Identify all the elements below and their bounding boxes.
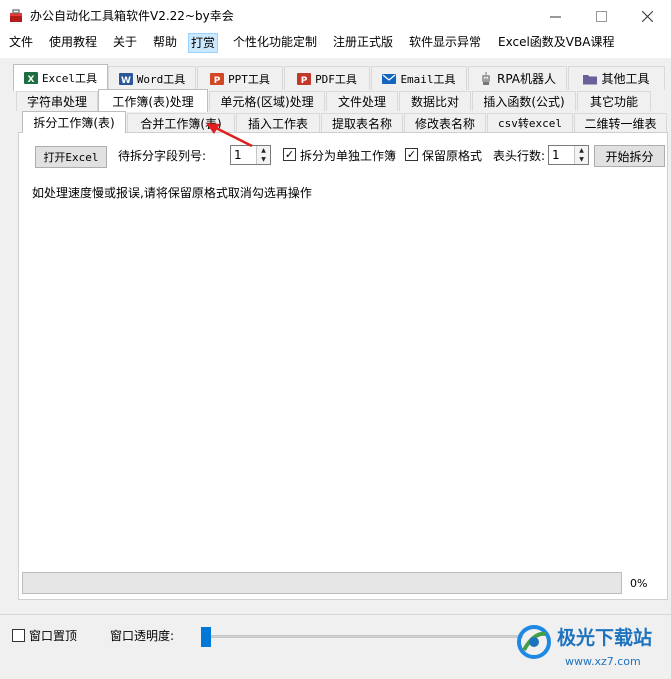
word-icon: W [118,72,133,86]
checkmark-icon: ✓ [406,148,417,161]
split-separate-label: 拆分为单独工作簿 [300,149,397,163]
window-title: 办公自动化工具箱软件V2.22~by幸会 [30,9,234,23]
tab-label: Excel工具 [41,72,98,85]
menu-register[interactable]: 注册正式版 [331,34,395,52]
opacity-slider-thumb[interactable] [201,627,211,647]
tab-file-processing[interactable]: 文件处理 [326,91,398,111]
header-rows-spinner[interactable]: 1 ▲ ▼ [548,145,589,165]
svg-text:P: P [214,76,221,86]
tab-label: PPT工具 [228,72,270,86]
tab-word-tools[interactable]: W Word工具 [108,66,196,90]
opacity-slider-track[interactable] [203,635,523,638]
opacity-label: 窗口透明度: [110,629,175,643]
menu-bar: 文件 使用教程 关于 帮助 打赏 个性化功能定制 注册正式版 软件显示异常 Ex… [0,32,671,53]
progress-bar [22,572,622,594]
svg-text:X: X [27,75,34,85]
tab-label: Email工具 [400,72,456,86]
tab-label: Word工具 [136,72,186,86]
tab-insert-function[interactable]: 插入函数(公式) [472,91,576,111]
tab-label: RPA机器人 [496,72,557,86]
split-column-label: 待拆分字段列号: [118,149,207,163]
menu-about[interactable]: 关于 [111,34,139,52]
tab-data-comparison[interactable]: 数据比对 [399,91,471,111]
menu-display-issue[interactable]: 软件显示异常 [407,34,483,52]
minimize-icon[interactable] [532,0,578,32]
hint-text: 如处理速度慢或报误,请将保留原格式取消勾选再操作 [32,186,312,200]
header-rows-label: 表头行数: [493,149,546,163]
annotation-arrow-icon [206,123,253,148]
tab-2d-to-1d-table[interactable]: 二维转一维表 [574,113,667,132]
tab-extract-sheet-names[interactable]: 提取表名称 [321,113,403,132]
menu-tutorial[interactable]: 使用教程 [47,34,99,52]
tab-rename-sheets[interactable]: 修改表名称 [404,113,486,132]
progress-percent: 0% [630,577,648,590]
ppt-icon: P [210,72,225,86]
spin-down-icon[interactable]: ▼ [575,155,588,164]
watermark-url: www.xz7.com [565,655,641,668]
spin-up-icon[interactable]: ▲ [575,146,588,155]
menu-excel-vba-course[interactable]: Excel函数及VBA课程 [496,34,616,52]
tab-workbook-processing[interactable]: 工作簿(表)处理 [98,89,208,112]
watermark-title: 极光下载站 [557,627,653,649]
tab-other-tools[interactable]: 其他工具 [568,66,665,90]
close-icon[interactable] [624,0,670,32]
split-workbook-panel [18,132,668,600]
pin-window-label: 窗口置顶 [29,629,78,643]
menu-customize[interactable]: 个性化功能定制 [231,34,319,52]
start-split-button[interactable]: 开始拆分 [594,145,665,167]
menu-help[interactable]: 帮助 [151,34,179,52]
tab-email-tools[interactable]: Email工具 [371,66,467,90]
tab-label: 其他工具 [601,72,650,86]
svg-text:W: W [121,76,131,86]
split-separate-checkbox[interactable]: ✓ [283,148,296,161]
keep-format-label: 保留原格式 [422,149,483,163]
robot-icon [481,71,490,85]
tab-label: PDF工具 [315,72,357,86]
maximize-icon[interactable] [578,0,624,32]
keep-format-checkbox[interactable]: ✓ [405,148,418,161]
watermark-logo-icon [517,625,551,659]
tab-other-functions[interactable]: 其它功能 [577,91,651,111]
pdf-icon: P [297,72,312,86]
open-excel-button[interactable]: 打开Excel [35,146,107,168]
app-toolbox-icon [10,9,22,22]
svg-text:P: P [301,76,308,86]
tab-ppt-tools[interactable]: P PPT工具 [197,66,283,90]
tab-string-processing[interactable]: 字符串处理 [16,91,98,111]
folder-icon [583,74,598,84]
pin-window-checkbox[interactable] [12,629,25,642]
tab-split-workbook[interactable]: 拆分工作簿(表) [22,111,126,133]
excel-icon: X [23,72,38,85]
tab-excel-tools[interactable]: X Excel工具 [13,64,108,91]
menu-donate[interactable]: 打赏 [188,33,219,53]
tab-rpa-robot[interactable]: RPA机器人 [468,66,567,90]
tab-cell-range-processing[interactable]: 单元格(区域)处理 [209,91,325,111]
checkmark-icon: ✓ [284,148,295,161]
menu-file[interactable]: 文件 [7,34,35,52]
tab-csv-to-excel[interactable]: csv转excel [487,113,573,132]
title-bar: 办公自动化工具箱软件V2.22~by幸会 [0,0,671,32]
header-rows-value: 1 [552,148,560,162]
email-icon [382,73,397,84]
tab-pdf-tools[interactable]: P PDF工具 [284,66,370,90]
